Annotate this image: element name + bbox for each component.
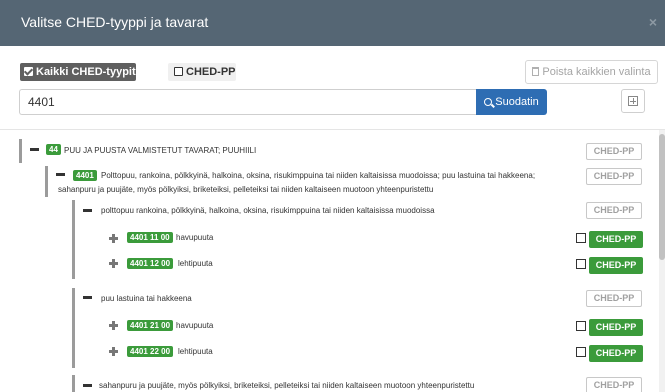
expand-icon[interactable] [109,321,118,330]
checkbox-empty-icon [174,67,183,76]
row-label: havupuuta [176,321,214,330]
row-checkbox[interactable] [576,233,586,243]
filter-all-ched-types[interactable]: Kaikki CHED-tyypit [20,63,136,81]
clear-all-label: Poista kaikkien valinta [542,66,651,78]
row-label: sahanpuru ja puujäte, myös pölkyiksi, br… [99,381,475,390]
ched-pp-tag: CHED-PP [586,290,642,307]
search-input[interactable] [19,89,476,115]
filter-all-label: Kaikki CHED-tyypit [36,66,136,78]
ched-pp-tag: CHED-PP [586,377,642,392]
row-checkbox[interactable] [576,259,586,269]
close-icon[interactable]: × [649,15,657,29]
collapse-icon[interactable] [56,173,65,176]
row-checkbox[interactable] [576,321,586,331]
divider [0,129,665,130]
row-label: puu lastuina tai hakkeena [101,294,192,303]
row-label-continued: sahanpuru ja puujäte, myös pölkyiksi, br… [58,185,434,194]
row-label: lehtipuuta [178,347,213,356]
dialog-header: Valitse CHED-tyyppi ja tavarat × [0,0,665,46]
code-badge: 44 [46,144,61,155]
expand-icon[interactable] [109,347,118,356]
expand-icon[interactable] [109,259,118,268]
filter-search-button[interactable]: Suodatin [476,89,547,115]
tree-level-line [72,375,75,392]
tree-level-line [72,200,75,279]
dialog-title: Valitse CHED-tyyppi ja tavarat [21,14,209,30]
collapse-icon[interactable] [83,296,92,299]
row-label: polttopuu rankoina, pölkkyinä, halkoina,… [101,206,435,215]
tree-level-line [19,139,22,163]
row-label: PUU JA PUUSTA VALMISTETUT TAVARAT; PUUHI… [64,146,257,155]
ched-pp-tag-selected: CHED-PP [589,319,643,336]
clear-all-button[interactable]: Poista kaikkien valinta [525,60,658,84]
row-label: lehtipuuta [178,259,213,268]
ched-pp-tag: CHED-PP [586,143,642,160]
row-label: Polttopuu, rankoina, pölkkyinä, halkoina… [101,171,536,180]
ched-pp-tag-selected: CHED-PP [589,231,643,248]
ched-pp-tag: CHED-PP [586,168,642,185]
tree-level-line [45,166,48,197]
ched-pp-tag: CHED-PP [586,202,642,219]
filter-ched-pp[interactable]: CHED-PP [168,63,236,81]
search-icon [484,98,493,106]
checkbox-checked-icon [24,67,33,76]
code-badge: 4401 12 00 [127,258,174,269]
row-checkbox[interactable] [576,347,586,357]
expand-icon[interactable] [109,234,118,243]
code-badge: 4401 11 00 [127,232,173,243]
ched-pp-tag-selected: CHED-PP [589,257,643,274]
tree-level-line [72,288,75,368]
collapse-icon[interactable] [83,384,92,387]
collapse-icon[interactable] [30,148,39,151]
expand-all-button[interactable] [621,89,645,113]
row-label: havupuuta [176,233,214,242]
collapse-icon[interactable] [83,209,92,212]
code-badge: 4401 22 00 [127,346,174,357]
code-badge: 4401 21 00 [127,320,174,331]
ched-pp-tag-selected: CHED-PP [589,345,643,362]
filter-search-label: Suodatin [495,96,539,108]
trash-icon [532,67,540,76]
scroll-thumb[interactable] [659,134,665,260]
filter-ched-pp-label: CHED-PP [186,66,236,78]
scrollbar[interactable] [659,130,665,392]
code-badge: 4401 [73,170,97,181]
expand-all-icon [628,96,638,106]
